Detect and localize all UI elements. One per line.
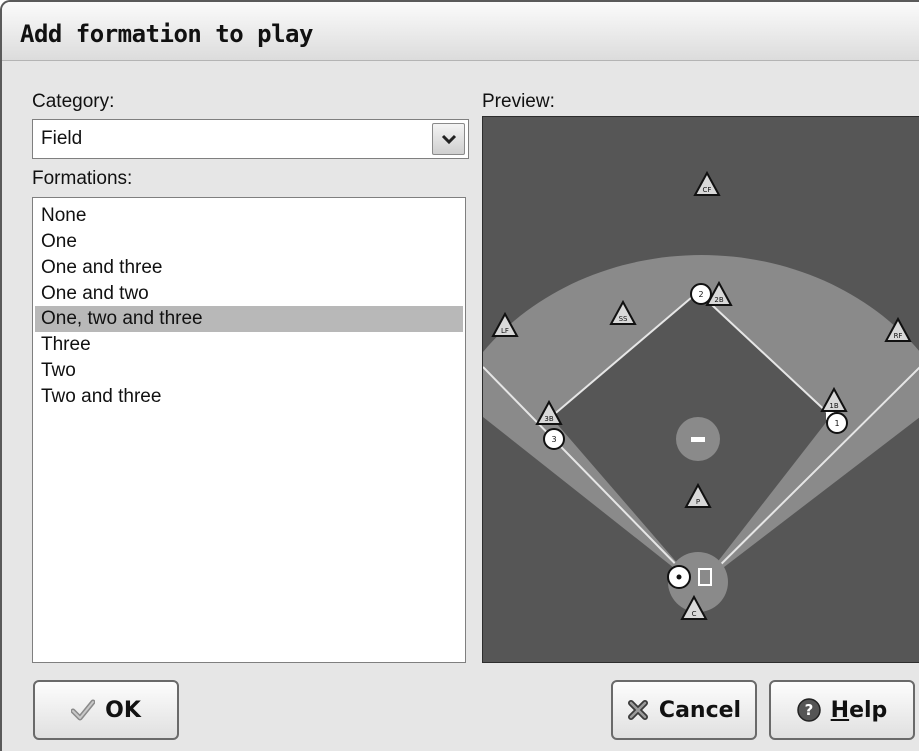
- fielder-rf-label: RF: [894, 332, 903, 340]
- fielder-c-label: C: [692, 610, 697, 618]
- list-item[interactable]: One and two: [35, 281, 463, 307]
- formations-list[interactable]: None One One and three One and two One, …: [32, 197, 466, 663]
- fielder-3b-label: 3B: [544, 415, 553, 423]
- ok-label: OK: [105, 697, 141, 723]
- fielder-p-label: P: [696, 498, 700, 506]
- help-label: Help: [830, 697, 888, 723]
- cancel-button[interactable]: Cancel: [611, 680, 757, 740]
- list-item[interactable]: Three: [35, 332, 463, 358]
- formations-label: Formations:: [32, 168, 133, 189]
- ok-button[interactable]: OK: [33, 680, 179, 740]
- dropdown-button[interactable]: [432, 123, 465, 155]
- category-select[interactable]: Field: [32, 119, 469, 159]
- batter-marker: [667, 565, 691, 589]
- help-button[interactable]: ? Help: [769, 680, 915, 740]
- list-item[interactable]: None: [35, 203, 463, 229]
- list-item[interactable]: Two: [35, 358, 463, 384]
- list-item[interactable]: One and three: [35, 255, 463, 281]
- cross-icon: [627, 699, 649, 721]
- fielder-ss-label: SS: [619, 315, 628, 323]
- title-bar[interactable]: Add formation to play: [2, 2, 919, 61]
- checkmark-icon: [71, 699, 96, 721]
- question-icon: ?: [796, 698, 821, 722]
- fielder-cf: CF: [693, 170, 721, 196]
- svg-text:?: ?: [804, 701, 813, 719]
- runner-2: 2: [690, 283, 712, 305]
- category-label: Category:: [32, 91, 115, 112]
- runner-1: 1: [826, 412, 848, 434]
- cancel-label: Cancel: [658, 697, 742, 723]
- add-formation-dialog: Add formation to play Category: Field Fo…: [0, 0, 919, 751]
- fielder-1b-label: 1B: [829, 402, 838, 410]
- runner-2-label: 2: [698, 290, 703, 299]
- dialog-title: Add formation to play: [20, 20, 313, 48]
- category-selected-value: Field: [41, 128, 83, 149]
- fielder-cf-label: CF: [703, 186, 712, 194]
- list-item-selected[interactable]: One, two and three: [35, 306, 463, 332]
- runner-3: 3: [543, 428, 565, 450]
- runner-1-label: 1: [834, 419, 839, 428]
- list-item[interactable]: One: [35, 229, 463, 255]
- baseball-field-diagram: CF LF RF SS 2B 1B 3B P C 1 2 3: [482, 170, 919, 620]
- fielder-2b-label: 2B: [714, 296, 723, 304]
- preview-label: Preview:: [482, 91, 555, 112]
- fielder-lf-label: LF: [501, 327, 509, 335]
- pitching-rubber: [691, 437, 705, 442]
- runner-3-label: 3: [551, 435, 556, 444]
- list-item[interactable]: Two and three: [35, 384, 463, 410]
- chevron-down-icon: [441, 134, 456, 145]
- formation-preview: CF LF RF SS 2B 1B 3B P C 1 2 3: [482, 116, 919, 663]
